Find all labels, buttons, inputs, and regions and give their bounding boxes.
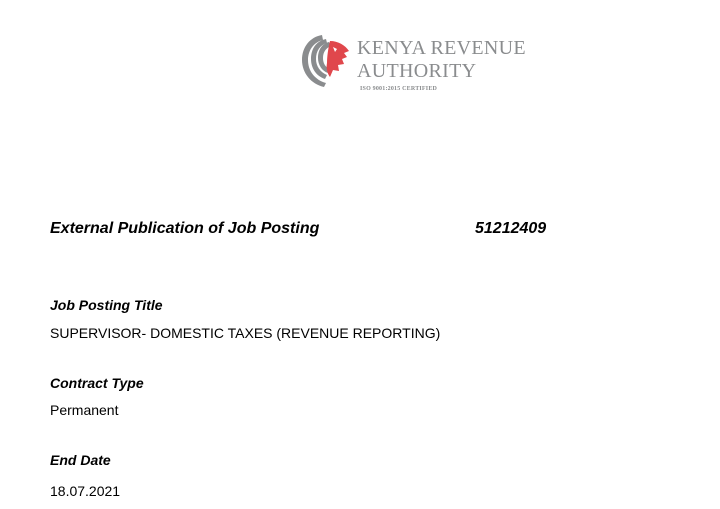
lion-head-icon bbox=[302, 35, 349, 87]
job-title-label: Job Posting Title bbox=[50, 297, 163, 313]
contract-type-value: Permanent bbox=[50, 402, 119, 418]
logo-text-authority: AUTHORITY bbox=[357, 60, 477, 82]
logo-text-kenya-revenue: KENYA REVENUE bbox=[357, 37, 526, 59]
job-title-value: SUPERVISOR- DOMESTIC TAXES (REVENUE REPO… bbox=[50, 325, 441, 341]
kra-logo: KENYA REVENUE AUTHORITY ISO 9001:2015 CE… bbox=[300, 33, 526, 97]
posting-number: 51212409 bbox=[475, 220, 547, 237]
contract-type-label: Contract Type bbox=[50, 375, 144, 391]
end-date-value: 18.07.2021 bbox=[50, 483, 121, 499]
iso-certification-text: ISO 9001:2015 CERTIFIED bbox=[360, 86, 438, 92]
end-date-label: End Date bbox=[50, 452, 111, 468]
posting-heading: External Publication of Job Posting bbox=[50, 220, 320, 237]
